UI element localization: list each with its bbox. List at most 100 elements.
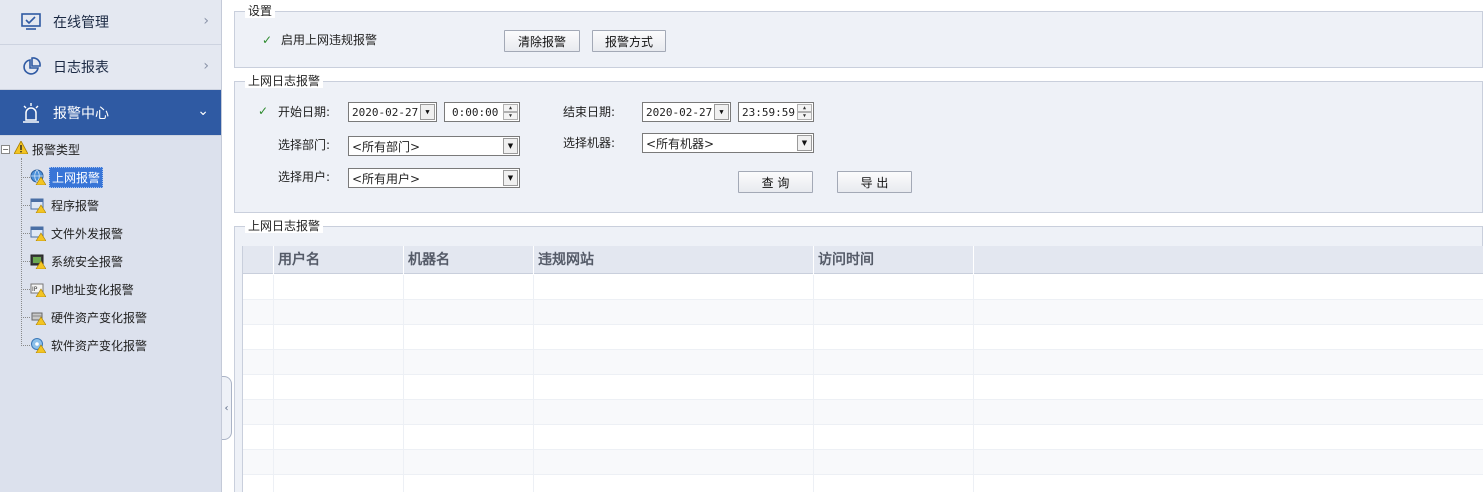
- table-cell[interactable]: [404, 375, 534, 400]
- warning-icon: [13, 140, 29, 157]
- table-cell[interactable]: [243, 300, 274, 325]
- software-warning-icon: [30, 337, 47, 354]
- table-cell[interactable]: [814, 325, 974, 350]
- department-select[interactable]: <所有部门> ▼: [348, 136, 520, 156]
- spin-buttons[interactable]: ▲ ▼: [797, 104, 812, 120]
- table-cell[interactable]: [243, 425, 274, 450]
- table-cell[interactable]: [404, 475, 534, 492]
- dropdown-arrow-icon[interactable]: ▼: [420, 104, 435, 120]
- start-date-picker[interactable]: 2020-02-27 ▼: [348, 102, 437, 122]
- table-cell[interactable]: [534, 275, 814, 300]
- table-cell[interactable]: [534, 325, 814, 350]
- tree-item-file-send-alarm[interactable]: 文件外发报警: [21, 223, 125, 243]
- table-cell[interactable]: [404, 400, 534, 425]
- nav-log-report[interactable]: 日志报表 ›: [0, 45, 221, 90]
- table-cell[interactable]: [274, 300, 404, 325]
- table-row[interactable]: [243, 375, 1483, 400]
- tree-item-software-change-alarm[interactable]: 软件资产变化报警: [21, 335, 149, 355]
- table-cell[interactable]: [404, 450, 534, 475]
- nav-online-management[interactable]: 在线管理 ›: [0, 0, 221, 45]
- alarm-icon: [20, 102, 42, 124]
- tree-root[interactable]: − 报警类型: [0, 140, 80, 158]
- dropdown-arrow-icon[interactable]: ▼: [714, 104, 729, 120]
- table-cell[interactable]: [404, 300, 534, 325]
- table-cell[interactable]: [814, 400, 974, 425]
- tree-item-internet-alarm[interactable]: 上网报警: [21, 166, 104, 188]
- start-date-checkbox[interactable]: ✓: [257, 105, 269, 117]
- svg-text:IP: IP: [32, 286, 38, 293]
- spin-buttons[interactable]: ▲ ▼: [503, 104, 518, 120]
- end-date-label: 结束日期:: [563, 105, 616, 119]
- table-cell[interactable]: [274, 400, 404, 425]
- column-header-username[interactable]: 用户名: [274, 246, 404, 274]
- table-cell[interactable]: [243, 275, 274, 300]
- table-cell: [974, 275, 1483, 300]
- table-cell[interactable]: [534, 450, 814, 475]
- column-header-site[interactable]: 违规网站: [534, 246, 814, 274]
- table-cell[interactable]: [814, 450, 974, 475]
- dropdown-arrow-icon[interactable]: ▼: [503, 138, 518, 154]
- table-cell[interactable]: [274, 450, 404, 475]
- table-row[interactable]: [243, 300, 1483, 325]
- clear-alarm-button[interactable]: 清除报警: [504, 30, 580, 52]
- end-date-picker[interactable]: 2020-02-27 ▼: [642, 102, 731, 122]
- table-cell[interactable]: [274, 425, 404, 450]
- table-row[interactable]: [243, 275, 1483, 300]
- table-cell[interactable]: [243, 450, 274, 475]
- table-cell[interactable]: [814, 425, 974, 450]
- collapse-icon[interactable]: −: [1, 144, 10, 154]
- table-cell[interactable]: [534, 350, 814, 375]
- machine-select[interactable]: <所有机器> ▼: [642, 133, 814, 153]
- tree-item-program-alarm[interactable]: 程序报警: [21, 195, 101, 215]
- table-cell[interactable]: [243, 475, 274, 492]
- table-cell[interactable]: [814, 300, 974, 325]
- user-select[interactable]: <所有用户> ▼: [348, 168, 520, 188]
- table-cell[interactable]: [243, 325, 274, 350]
- results-table: 用户名 机器名 违规网站 访问时间: [242, 246, 1483, 492]
- table-cell[interactable]: [534, 375, 814, 400]
- table-cell[interactable]: [274, 375, 404, 400]
- column-header-machine[interactable]: 机器名: [404, 246, 534, 274]
- table-cell[interactable]: [243, 375, 274, 400]
- tree-item-system-security-alarm[interactable]: 系统安全报警: [21, 251, 125, 271]
- table-cell[interactable]: [534, 400, 814, 425]
- table-row[interactable]: [243, 425, 1483, 450]
- table-cell[interactable]: [534, 475, 814, 492]
- table-row[interactable]: [243, 450, 1483, 475]
- table-cell[interactable]: [404, 350, 534, 375]
- start-time-spinner[interactable]: 0:00:00 ▲ ▼: [444, 102, 520, 122]
- tree-item-hardware-change-alarm[interactable]: 硬件资产变化报警: [21, 307, 149, 327]
- alarm-method-button[interactable]: 报警方式: [592, 30, 666, 52]
- table-cell[interactable]: [534, 425, 814, 450]
- table-cell[interactable]: [814, 375, 974, 400]
- table-cell[interactable]: [404, 425, 534, 450]
- nav-alarm-center[interactable]: 报警中心 ⌄: [0, 90, 221, 136]
- table-cell[interactable]: [243, 350, 274, 375]
- user-value: <所有用户>: [352, 171, 421, 186]
- query-button[interactable]: 查 询: [738, 171, 813, 193]
- table-cell[interactable]: [814, 350, 974, 375]
- column-header-time[interactable]: 访问时间: [814, 246, 974, 274]
- machine-label: 选择机器:: [563, 136, 616, 150]
- table-row[interactable]: [243, 475, 1483, 492]
- table-row[interactable]: [243, 400, 1483, 425]
- table-cell[interactable]: [814, 475, 974, 492]
- table-cell[interactable]: [404, 275, 534, 300]
- table-cell[interactable]: [814, 275, 974, 300]
- table-cell[interactable]: [243, 400, 274, 425]
- dropdown-arrow-icon[interactable]: ▼: [797, 135, 812, 151]
- dropdown-arrow-icon[interactable]: ▼: [503, 170, 518, 186]
- sidebar-collapse-handle[interactable]: ‹: [222, 376, 232, 440]
- export-button[interactable]: 导 出: [837, 171, 912, 193]
- table-row[interactable]: [243, 350, 1483, 375]
- table-cell[interactable]: [274, 275, 404, 300]
- table-row[interactable]: [243, 325, 1483, 350]
- table-cell[interactable]: [274, 325, 404, 350]
- table-cell[interactable]: [534, 300, 814, 325]
- table-cell[interactable]: [274, 350, 404, 375]
- enable-alarm-checkbox[interactable]: ✓: [261, 34, 273, 46]
- end-time-spinner[interactable]: 23:59:59 ▲ ▼: [738, 102, 814, 122]
- table-cell[interactable]: [274, 475, 404, 492]
- tree-item-ip-change-alarm[interactable]: IP IP地址变化报警: [21, 279, 136, 299]
- table-cell[interactable]: [404, 325, 534, 350]
